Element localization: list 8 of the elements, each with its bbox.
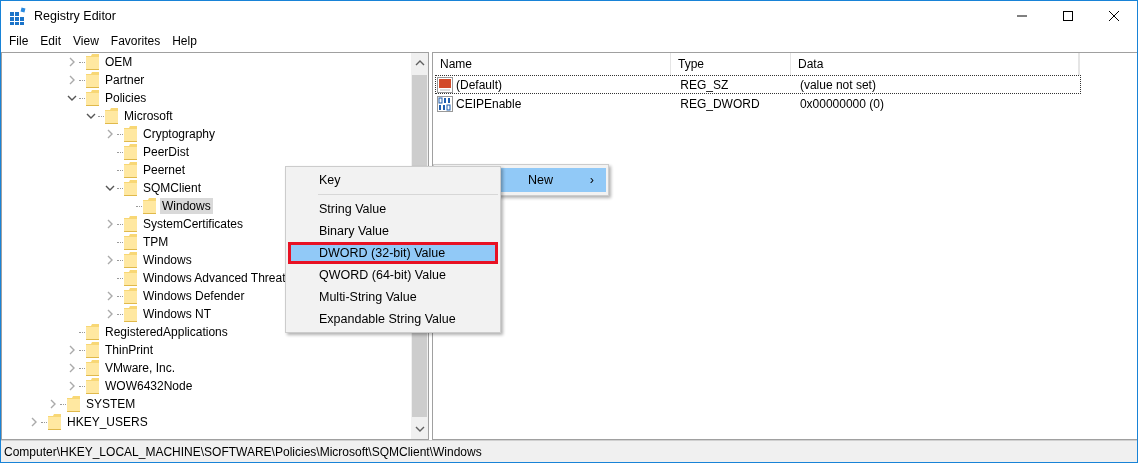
value-data: (value not set) <box>798 77 877 92</box>
window-title: Registry Editor <box>34 9 116 23</box>
status-bar: Computer\HKEY_LOCAL_MACHINE\SOFTWARE\Policies\Microsoft\SQMClient\Windows <box>1 440 1137 462</box>
value-type: REG_DWORD <box>679 96 761 111</box>
value-name: (Default) <box>456 77 502 92</box>
value-data: 0x00000000 (0) <box>798 96 885 111</box>
value-name: CEIPEnable <box>456 96 522 111</box>
value-type: REG_SZ <box>679 77 730 92</box>
